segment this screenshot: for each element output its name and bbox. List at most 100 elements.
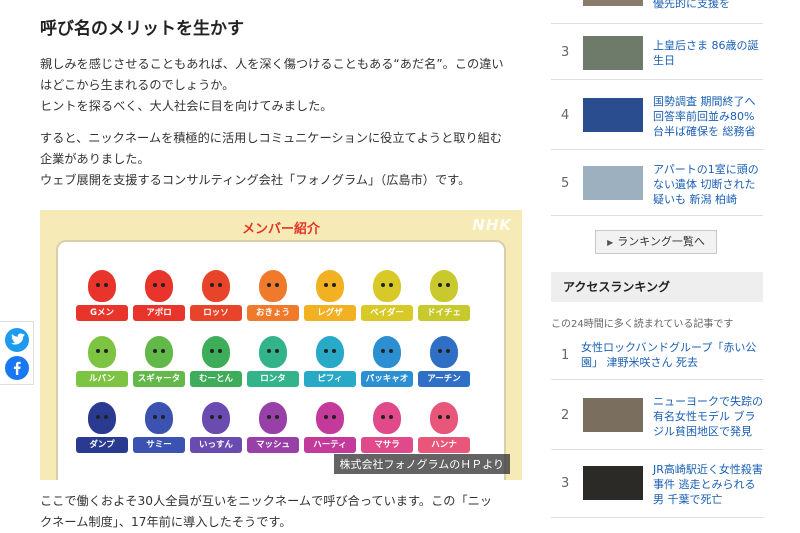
member-avatar: ハーティ xyxy=(304,402,356,460)
member-avatar: サミー xyxy=(133,402,185,460)
face-illustration xyxy=(202,270,230,302)
face-illustration xyxy=(373,336,401,368)
face-illustration xyxy=(145,402,173,434)
member-avatar: おきょう xyxy=(247,270,299,328)
ranking-headline[interactable]: 上皇后さま 86歳の誕 生日 xyxy=(653,38,759,68)
figure-title: メンバー紹介 xyxy=(241,222,320,237)
member-nickname: ハンナ xyxy=(418,437,470,453)
face-illustration xyxy=(373,270,401,302)
face-illustration xyxy=(88,336,116,368)
member-nickname: ハーティ xyxy=(304,437,356,453)
member-avatar: ドイチェ xyxy=(418,270,470,328)
member-nickname: ピフィ xyxy=(304,371,356,387)
face-illustration xyxy=(316,402,344,434)
face-illustration xyxy=(430,270,458,302)
member-avatar: ルパン xyxy=(76,336,128,394)
ranking-thumbnail xyxy=(583,36,643,70)
ranking-headline[interactable]: 女性ロックバンドグループ「赤い公 園」 津野米咲さん 死去 xyxy=(581,340,756,370)
twitter-icon[interactable] xyxy=(5,328,29,352)
ranking-number: 5 xyxy=(561,176,570,191)
member-nickname: ドイチェ xyxy=(418,305,470,321)
paragraph-line: 企業がありました。 xyxy=(40,152,150,166)
ranking-headline[interactable]: JR高崎駅近く女性殺害 事件 逃走とみられる 男 千葉で死亡 xyxy=(653,462,763,507)
member-nickname: サミー xyxy=(133,437,185,453)
member-nickname: おきょう xyxy=(247,305,299,321)
member-introduction-image: メンバー紹介 NHK Gメン アポロ ロッソ おきょう レグザ ベイダー ドイチェルパン スギ… xyxy=(40,210,522,480)
ranking-number: 3 xyxy=(561,476,570,491)
member-avatar: マッシュ xyxy=(247,402,299,460)
ranking-number: 3 xyxy=(561,45,570,60)
paragraph-line: 親しみを感じさせることもあれば、人を深く傷つけることもある“あだ名”。この違い xyxy=(40,57,504,71)
member-nickname: アーチン xyxy=(418,371,470,387)
member-avatar: アーチン xyxy=(418,336,470,394)
ranking-headline[interactable]: 優先的に支援を xyxy=(653,0,730,11)
paragraph-line: ウェブ展開を支援するコンサルティング会社「フォノグラム」（広島市）です。 xyxy=(40,173,471,187)
paragraph-line: クネーム制度」、17年前に導入したそうです。 xyxy=(40,515,292,529)
paragraph-line: はどこから生まれるのでしょうか。 xyxy=(40,78,235,92)
face-illustration xyxy=(145,336,173,368)
facebook-icon[interactable] xyxy=(5,356,29,380)
article-section-title: 呼び名のメリットを生かす xyxy=(40,19,244,39)
face-illustration xyxy=(88,270,116,302)
access-item[interactable]: 2 ニューヨークで失踪の 有名女性モデル ブラ ジル貧困地区で発見 xyxy=(551,380,763,450)
ranking-list-button[interactable]: ▶ ランキング一覧へ xyxy=(595,230,717,254)
member-avatar: ピフィ xyxy=(304,336,356,394)
member-avatar: アポロ xyxy=(133,270,185,328)
member-avatar: いっすん xyxy=(190,402,242,460)
ranking-item[interactable]: 5 アパートの1室に頭の ない遺体 切断された 疑いも 新潟 柏崎 xyxy=(551,150,763,216)
ranking-headline[interactable]: ニューヨークで失踪の 有名女性モデル ブラ ジル貧困地区で発見 xyxy=(653,394,763,439)
member-nickname: ダンプ xyxy=(76,437,128,453)
paragraph-line: ヒントを探るべく、大人社会に目を向けてみました。 xyxy=(40,99,333,113)
paragraph-line: ここで働くおよそ30人全員が互いをニックネームで呼び合っています。この「ニッ xyxy=(40,494,493,508)
member-avatar: スギャータ xyxy=(133,336,185,394)
ranking-headline[interactable]: アパートの1室に頭の ない遺体 切断された 疑いも 新潟 柏崎 xyxy=(653,162,759,207)
ranking-thumbnail xyxy=(583,0,643,6)
ranking-thumbnail xyxy=(583,98,643,132)
member-avatar: ロッソ xyxy=(190,270,242,328)
member-nickname: スギャータ xyxy=(133,371,185,387)
member-nickname: ベイダー xyxy=(361,305,413,321)
face-illustration xyxy=(430,336,458,368)
ranking-number: 1 xyxy=(561,348,570,363)
nhk-watermark: NHK xyxy=(472,216,512,234)
face-illustration xyxy=(88,402,116,434)
member-avatar: マサラ xyxy=(361,402,413,460)
ranking-item[interactable]: 3 上皇后さま 86歳の誕 生日 xyxy=(551,24,763,80)
member-nickname: レグザ xyxy=(304,305,356,321)
member-nickname: いっすん xyxy=(190,437,242,453)
ranking-item[interactable]: 4 国勢調査 期間終了へ 回答率前回並み80% 台半ば確保を 総務省 xyxy=(551,80,763,150)
ranking-thumbnail xyxy=(583,398,643,432)
face-illustration xyxy=(430,402,458,434)
member-avatar: むーとん xyxy=(190,336,242,394)
member-nickname: ロッソ xyxy=(190,305,242,321)
ranking-number: 4 xyxy=(561,108,570,123)
face-illustration xyxy=(259,336,287,368)
member-nickname: むーとん xyxy=(190,371,242,387)
member-nickname: ロンタ xyxy=(247,371,299,387)
member-avatar: ダンプ xyxy=(76,402,128,460)
member-nickname: アポロ xyxy=(133,305,185,321)
ranking-headline[interactable]: 国勢調査 期間終了へ 回答率前回並み80% 台半ば確保を 総務省 xyxy=(653,94,756,139)
ranking-number: 2 xyxy=(561,408,570,423)
member-nickname: Gメン xyxy=(76,305,128,321)
access-item[interactable]: 1 女性ロックバンドグループ「赤い公 園」 津野米咲さん 死去 xyxy=(551,334,763,380)
member-nickname: ルパン xyxy=(76,371,128,387)
member-nickname: マッシュ xyxy=(247,437,299,453)
share-bar xyxy=(0,321,34,385)
member-board: Gメン アポロ ロッソ おきょう レグザ ベイダー ドイチェルパン スギャータ むーとん ロンタピ… xyxy=(56,240,506,480)
face-illustration xyxy=(202,402,230,434)
member-avatar: Gメン xyxy=(76,270,128,328)
access-item[interactable]: 3 JR高崎駅近く女性殺害 事件 逃走とみられる 男 千葉で死亡 xyxy=(551,450,763,518)
member-avatar: ベイダー xyxy=(361,270,413,328)
member-avatar: パッキャオ xyxy=(361,336,413,394)
member-avatar: レグザ xyxy=(304,270,356,328)
access-ranking-subtitle: この24時間に多く読まれている記事です xyxy=(551,319,734,330)
face-illustration xyxy=(259,270,287,302)
face-illustration xyxy=(316,336,344,368)
image-caption: 株式会社フォノグラムのＨＰより xyxy=(333,454,510,474)
member-nickname: パッキャオ xyxy=(361,371,413,387)
ranking-item[interactable]: 優先的に支援を xyxy=(551,0,763,24)
face-illustration xyxy=(259,402,287,434)
member-avatar: ハンナ xyxy=(418,402,470,460)
ranking-thumbnail xyxy=(583,166,643,200)
